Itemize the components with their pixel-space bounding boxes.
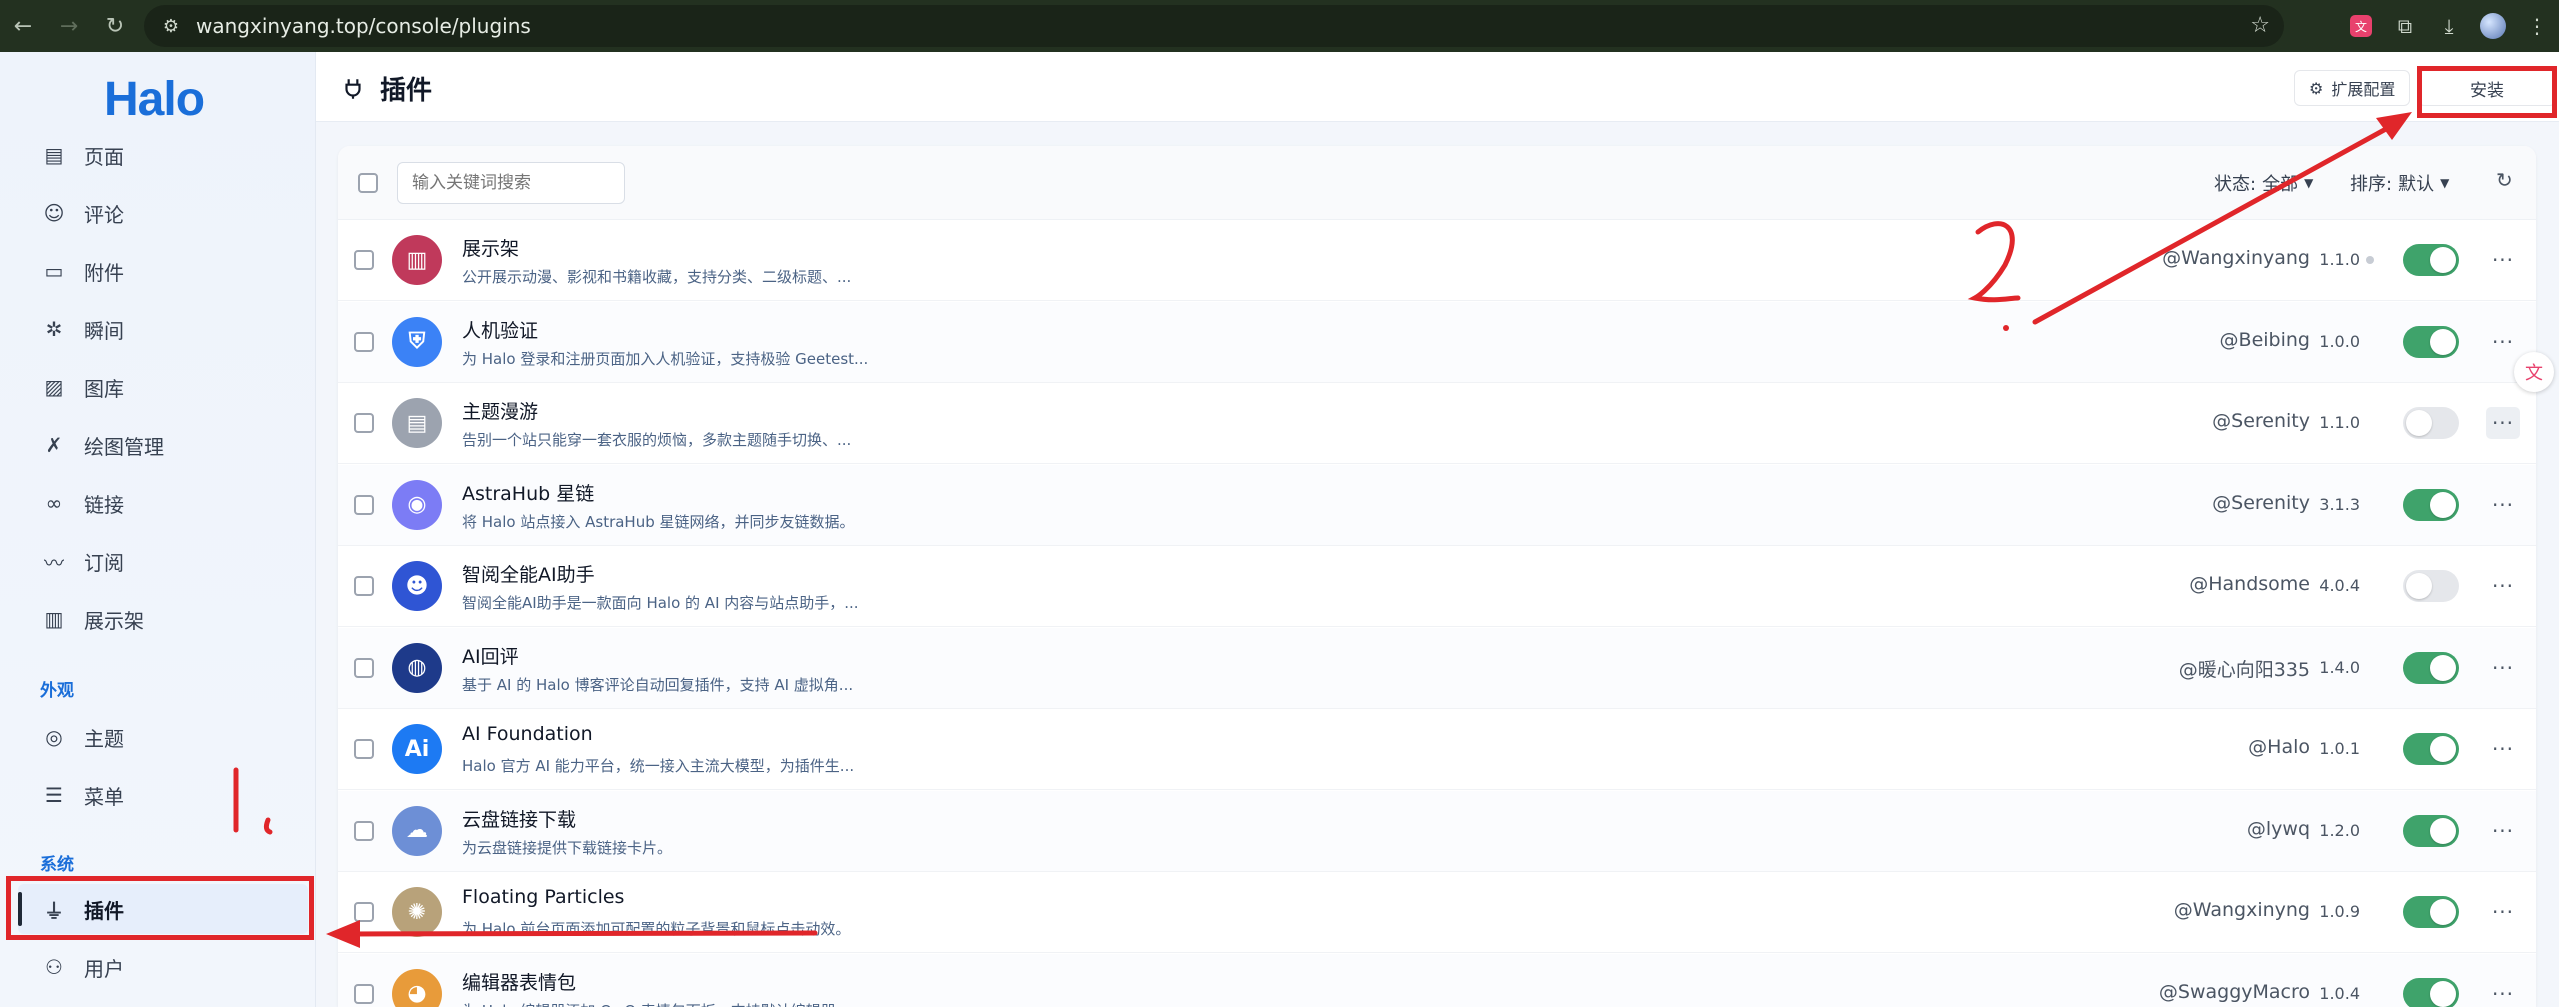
annotation-arrows bbox=[233, 112, 2412, 948]
